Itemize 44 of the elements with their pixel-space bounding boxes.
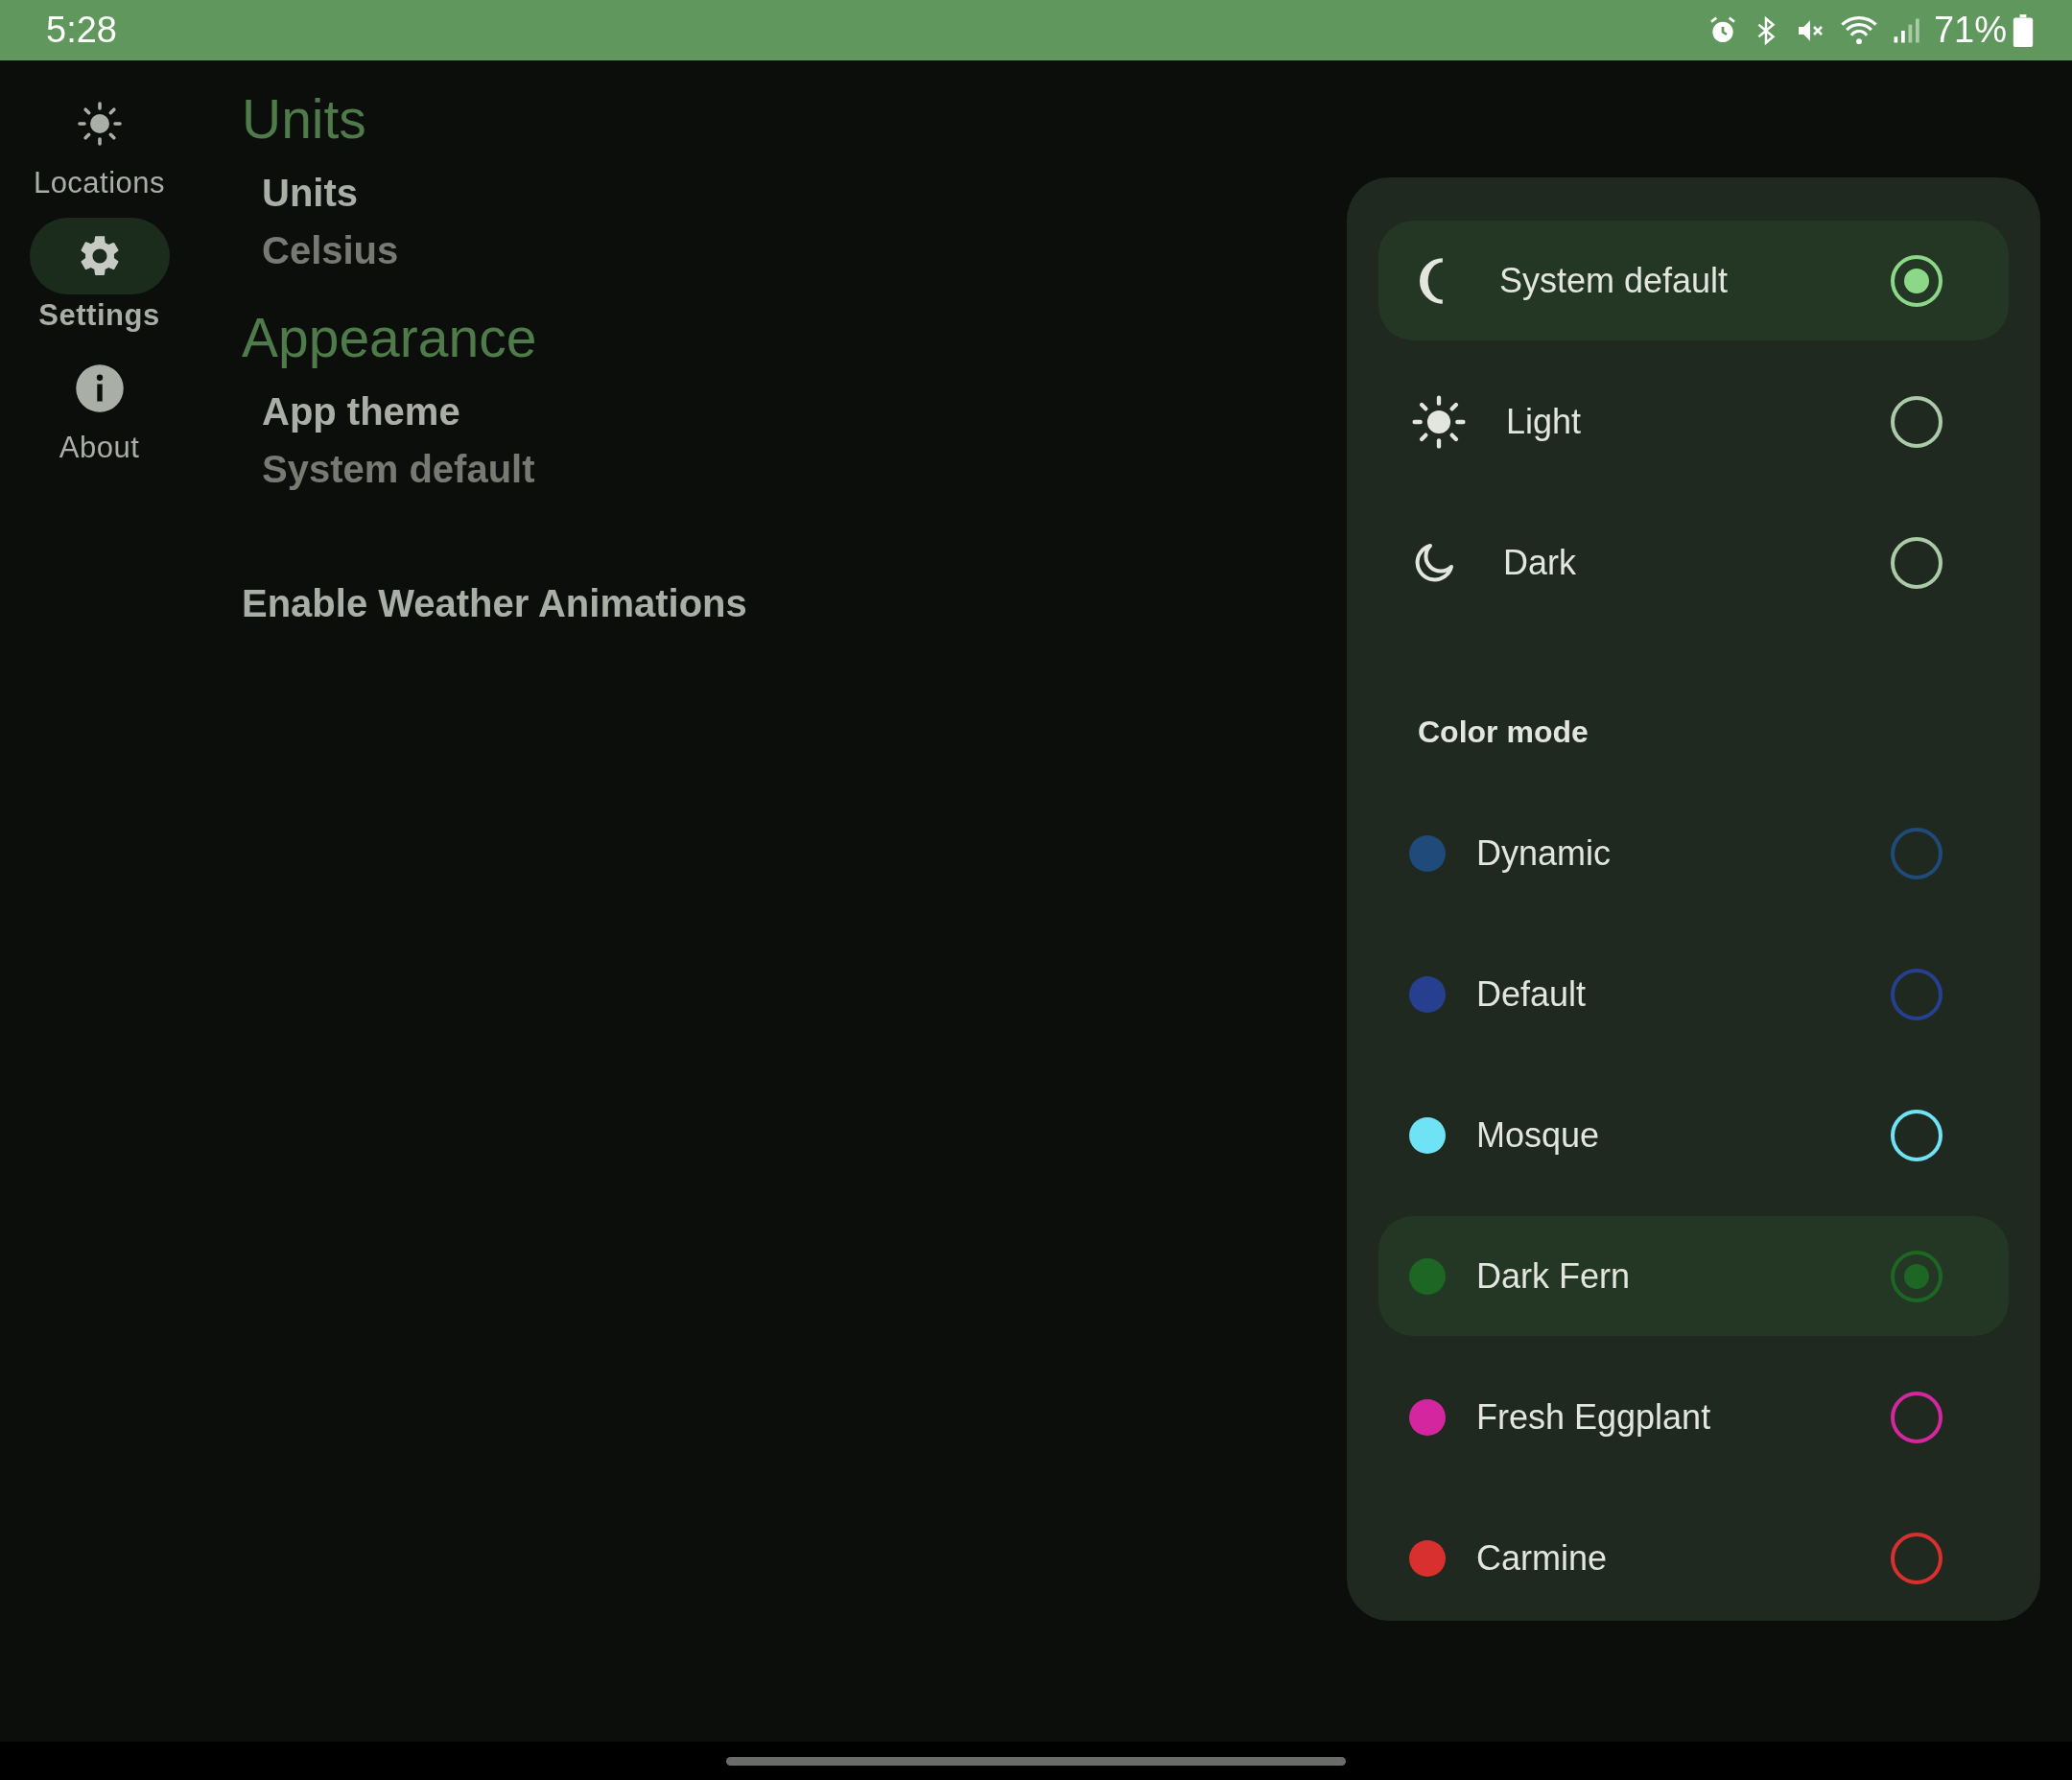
sun-icon — [1411, 393, 1467, 450]
nav-rail-label: About — [59, 431, 140, 465]
nav-rail-label: Settings — [38, 298, 160, 333]
color-label: Dark Fern — [1476, 1255, 1632, 1297]
color-label: Mosque — [1476, 1114, 1601, 1156]
battery-icon — [2013, 13, 2034, 47]
color-option[interactable]: Carmine — [1378, 1498, 2009, 1618]
theme-label: System default — [1499, 260, 1730, 301]
setting-title[interactable]: App theme — [262, 383, 460, 440]
theme-label: Light — [1506, 401, 1583, 442]
section-title: Appearance — [242, 306, 537, 369]
color-option[interactable]: Mosque — [1378, 1075, 2009, 1195]
radio-button[interactable] — [1891, 1250, 1942, 1302]
setting-value: System default — [262, 447, 535, 492]
color-mode-title: Color mode — [1418, 714, 1589, 750]
wifi-icon — [1839, 14, 1878, 46]
color-option[interactable]: Dynamic — [1378, 793, 2009, 913]
info-icon — [73, 363, 126, 414]
radio-button[interactable] — [1891, 395, 1942, 448]
radio-button[interactable] — [1891, 827, 1942, 879]
theme-option[interactable]: Dark — [1378, 503, 2009, 622]
sun-icon — [76, 101, 123, 147]
radio-button[interactable] — [1891, 1391, 1942, 1443]
section-title: Units — [242, 87, 366, 151]
theme-option[interactable]: System default — [1378, 221, 2009, 340]
setting-title[interactable]: Enable Weather Animations — [242, 582, 747, 625]
theme-label: Dark — [1503, 542, 1577, 583]
nav-rail-label: Locations — [33, 166, 166, 200]
color-label: Fresh Eggplant — [1476, 1396, 1712, 1438]
status-time: 5:28 — [46, 10, 118, 51]
theme-option[interactable]: Light — [1378, 362, 2009, 481]
setting-title[interactable]: Units — [262, 164, 358, 222]
home-indicator[interactable] — [726, 1756, 1346, 1766]
color-option[interactable]: Fresh Eggplant — [1378, 1357, 2009, 1477]
radio-button[interactable] — [1891, 1532, 1942, 1584]
setting-value: Celsius — [262, 228, 399, 273]
radio-button[interactable] — [1891, 536, 1942, 589]
battery-percent: 71% — [1933, 10, 2007, 51]
radio-button[interactable] — [1891, 968, 1942, 1020]
color-label: Carmine — [1476, 1537, 1609, 1579]
color-label: Dynamic — [1476, 832, 1613, 874]
color-option[interactable]: Default — [1378, 934, 2009, 1054]
color-label: Default — [1476, 973, 1588, 1015]
color-option[interactable]: Dark Fern — [1378, 1216, 2009, 1336]
